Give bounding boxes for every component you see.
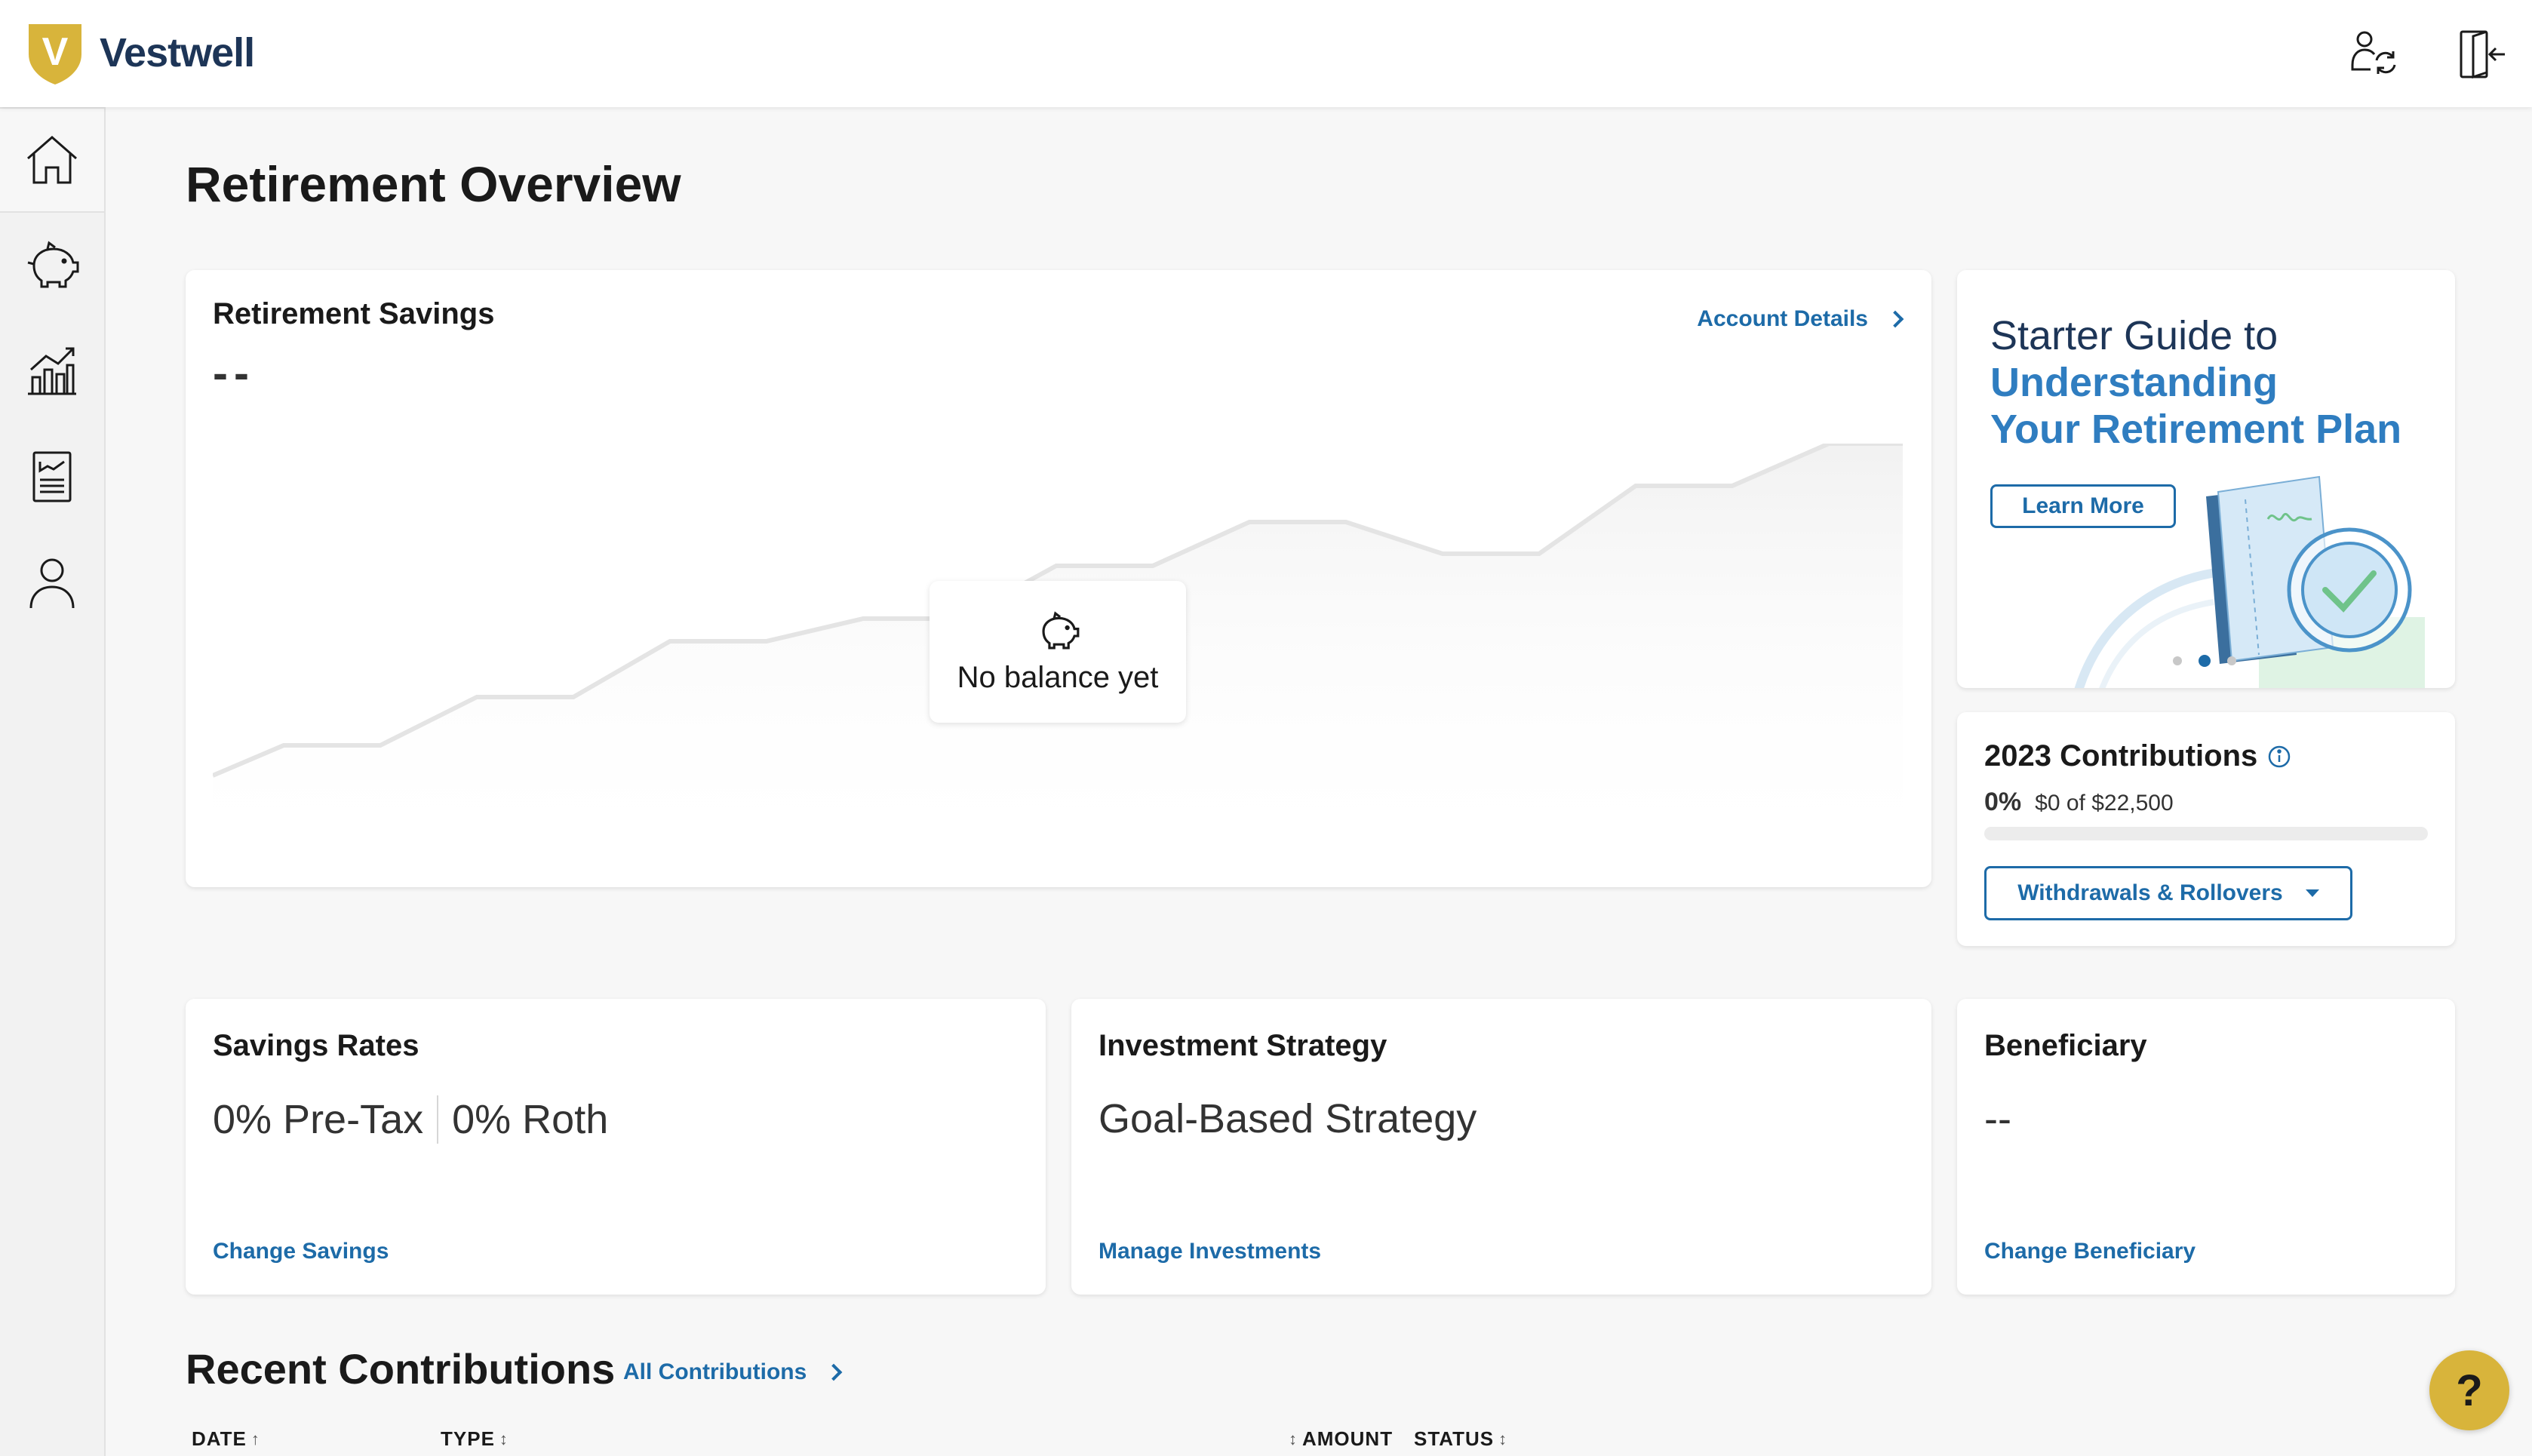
sidebar-item-savings[interactable] bbox=[0, 213, 104, 318]
carousel-dot-3[interactable] bbox=[2227, 656, 2236, 665]
all-contributions-label: All Contributions bbox=[623, 1359, 807, 1384]
account-details-label: Account Details bbox=[1697, 306, 1868, 331]
guide-line-3: Your Retirement Plan bbox=[1990, 407, 2402, 452]
piggy-bank-icon bbox=[1042, 610, 1080, 649]
column-header-status[interactable]: STATUS ↕ bbox=[1414, 1427, 1507, 1451]
contributions-summary: 0% $0 of $22,500 bbox=[1984, 788, 2174, 817]
sort-icon: ↕ bbox=[1498, 1429, 1508, 1448]
home-icon bbox=[27, 136, 77, 184]
column-type-label: TYPE bbox=[441, 1427, 495, 1450]
starter-guide-card: Starter Guide to Understanding Your Reti… bbox=[1957, 270, 2455, 688]
contributions-progress-bar bbox=[1984, 827, 2428, 840]
column-amount-label: AMOUNT bbox=[1302, 1427, 1394, 1450]
rate-divider bbox=[437, 1095, 439, 1144]
logo-letter: V bbox=[42, 30, 69, 74]
carousel-dot-2[interactable] bbox=[2199, 655, 2211, 667]
savings-rates-card: Savings Rates 0% Pre-Tax 0% Roth Change … bbox=[186, 999, 1046, 1295]
savings-rates-title: Savings Rates bbox=[213, 1029, 419, 1062]
change-beneficiary-link[interactable]: Change Beneficiary bbox=[1984, 1239, 2196, 1264]
top-bar: V Vestwell bbox=[0, 0, 2532, 107]
roth-rate: 0% Roth bbox=[452, 1097, 609, 1142]
withdrawals-rollovers-dropdown[interactable]: Withdrawals & Rollovers bbox=[1984, 866, 2352, 920]
column-header-amount[interactable]: ↕ AMOUNT bbox=[1289, 1427, 1393, 1451]
piggy-bank-icon bbox=[27, 241, 79, 288]
chart-growth-icon bbox=[28, 347, 76, 395]
column-header-type[interactable]: TYPE ↕ bbox=[441, 1427, 509, 1451]
document-icon bbox=[32, 451, 72, 502]
column-date-label: DATE bbox=[192, 1427, 247, 1450]
help-button[interactable]: ? bbox=[2429, 1350, 2509, 1430]
investment-strategy-card: Investment Strategy Goal-Based Strategy … bbox=[1071, 999, 1931, 1295]
sidebar-item-profile[interactable] bbox=[0, 530, 104, 635]
caret-down-icon bbox=[2305, 889, 2319, 897]
no-balance-tooltip: No balance yet bbox=[930, 581, 1186, 723]
brand-name: Vestwell bbox=[100, 30, 255, 75]
withdrawals-rollovers-label: Withdrawals & Rollovers bbox=[2017, 880, 2283, 905]
sort-icon: ↕ bbox=[1289, 1429, 1298, 1448]
carousel-dot-1[interactable] bbox=[2173, 656, 2182, 665]
guide-headline: Starter Guide to Understanding Your Reti… bbox=[1990, 312, 2401, 453]
vestwell-logo[interactable]: V Vestwell bbox=[26, 20, 255, 86]
chevron-right-icon bbox=[1886, 310, 1904, 328]
sort-icon: ↕ bbox=[499, 1429, 509, 1448]
investment-strategy-value: Goal-Based Strategy bbox=[1099, 1096, 1477, 1141]
recent-contributions-title: Recent Contributions bbox=[186, 1345, 616, 1393]
logout-icon[interactable] bbox=[2455, 27, 2509, 81]
investment-strategy-title: Investment Strategy bbox=[1099, 1029, 1387, 1062]
change-savings-link[interactable]: Change Savings bbox=[213, 1239, 389, 1264]
savings-balance: -- bbox=[213, 348, 255, 398]
guide-line-1: Starter Guide to bbox=[1990, 313, 2278, 358]
beneficiary-value: -- bbox=[1984, 1096, 2011, 1141]
shield-logo-icon: V bbox=[29, 24, 81, 84]
retirement-savings-title: Retirement Savings bbox=[213, 297, 495, 330]
chevron-right-icon bbox=[825, 1363, 843, 1381]
contributions-percent: 0% bbox=[1984, 788, 2022, 816]
account-details-link[interactable]: Account Details bbox=[1697, 306, 1904, 332]
savings-rates-values: 0% Pre-Tax 0% Roth bbox=[213, 1095, 608, 1144]
sidebar-item-investments[interactable] bbox=[0, 318, 104, 424]
retirement-savings-card: Retirement Savings -- Account Details No… bbox=[186, 270, 1931, 887]
pre-tax-rate: 0% Pre-Tax bbox=[213, 1097, 424, 1142]
sidebar-nav bbox=[0, 107, 106, 1456]
beneficiary-card: Beneficiary -- Change Beneficiary bbox=[1957, 999, 2455, 1295]
beneficiary-title: Beneficiary bbox=[1984, 1029, 2147, 1062]
all-contributions-link[interactable]: All Contributions bbox=[623, 1359, 843, 1385]
user-switch-icon[interactable] bbox=[2348, 27, 2402, 81]
user-icon bbox=[29, 558, 75, 609]
guide-line-2: Understanding bbox=[1990, 360, 2278, 405]
contributions-card: 2023 Contributions 0% $0 of $22,500 With… bbox=[1957, 712, 2455, 946]
sidebar-item-documents[interactable] bbox=[0, 424, 104, 530]
manage-investments-link[interactable]: Manage Investments bbox=[1099, 1239, 1321, 1264]
contributions-amount: $0 of $22,500 bbox=[2035, 791, 2174, 816]
contributions-header: 2023 Contributions bbox=[1984, 739, 2292, 773]
info-icon[interactable] bbox=[2266, 744, 2292, 769]
column-status-label: STATUS bbox=[1414, 1427, 1495, 1450]
sidebar-item-home[interactable] bbox=[0, 107, 104, 213]
contributions-title: 2023 Contributions bbox=[1984, 739, 2258, 773]
column-header-date[interactable]: DATE ↑ bbox=[192, 1427, 260, 1451]
no-balance-text: No balance yet bbox=[957, 660, 1159, 694]
sort-ascending-icon: ↑ bbox=[250, 1429, 260, 1448]
carousel-dots bbox=[2173, 655, 2253, 667]
page-title: Retirement Overview bbox=[186, 156, 681, 212]
learn-more-button[interactable]: Learn More bbox=[1990, 484, 2176, 528]
